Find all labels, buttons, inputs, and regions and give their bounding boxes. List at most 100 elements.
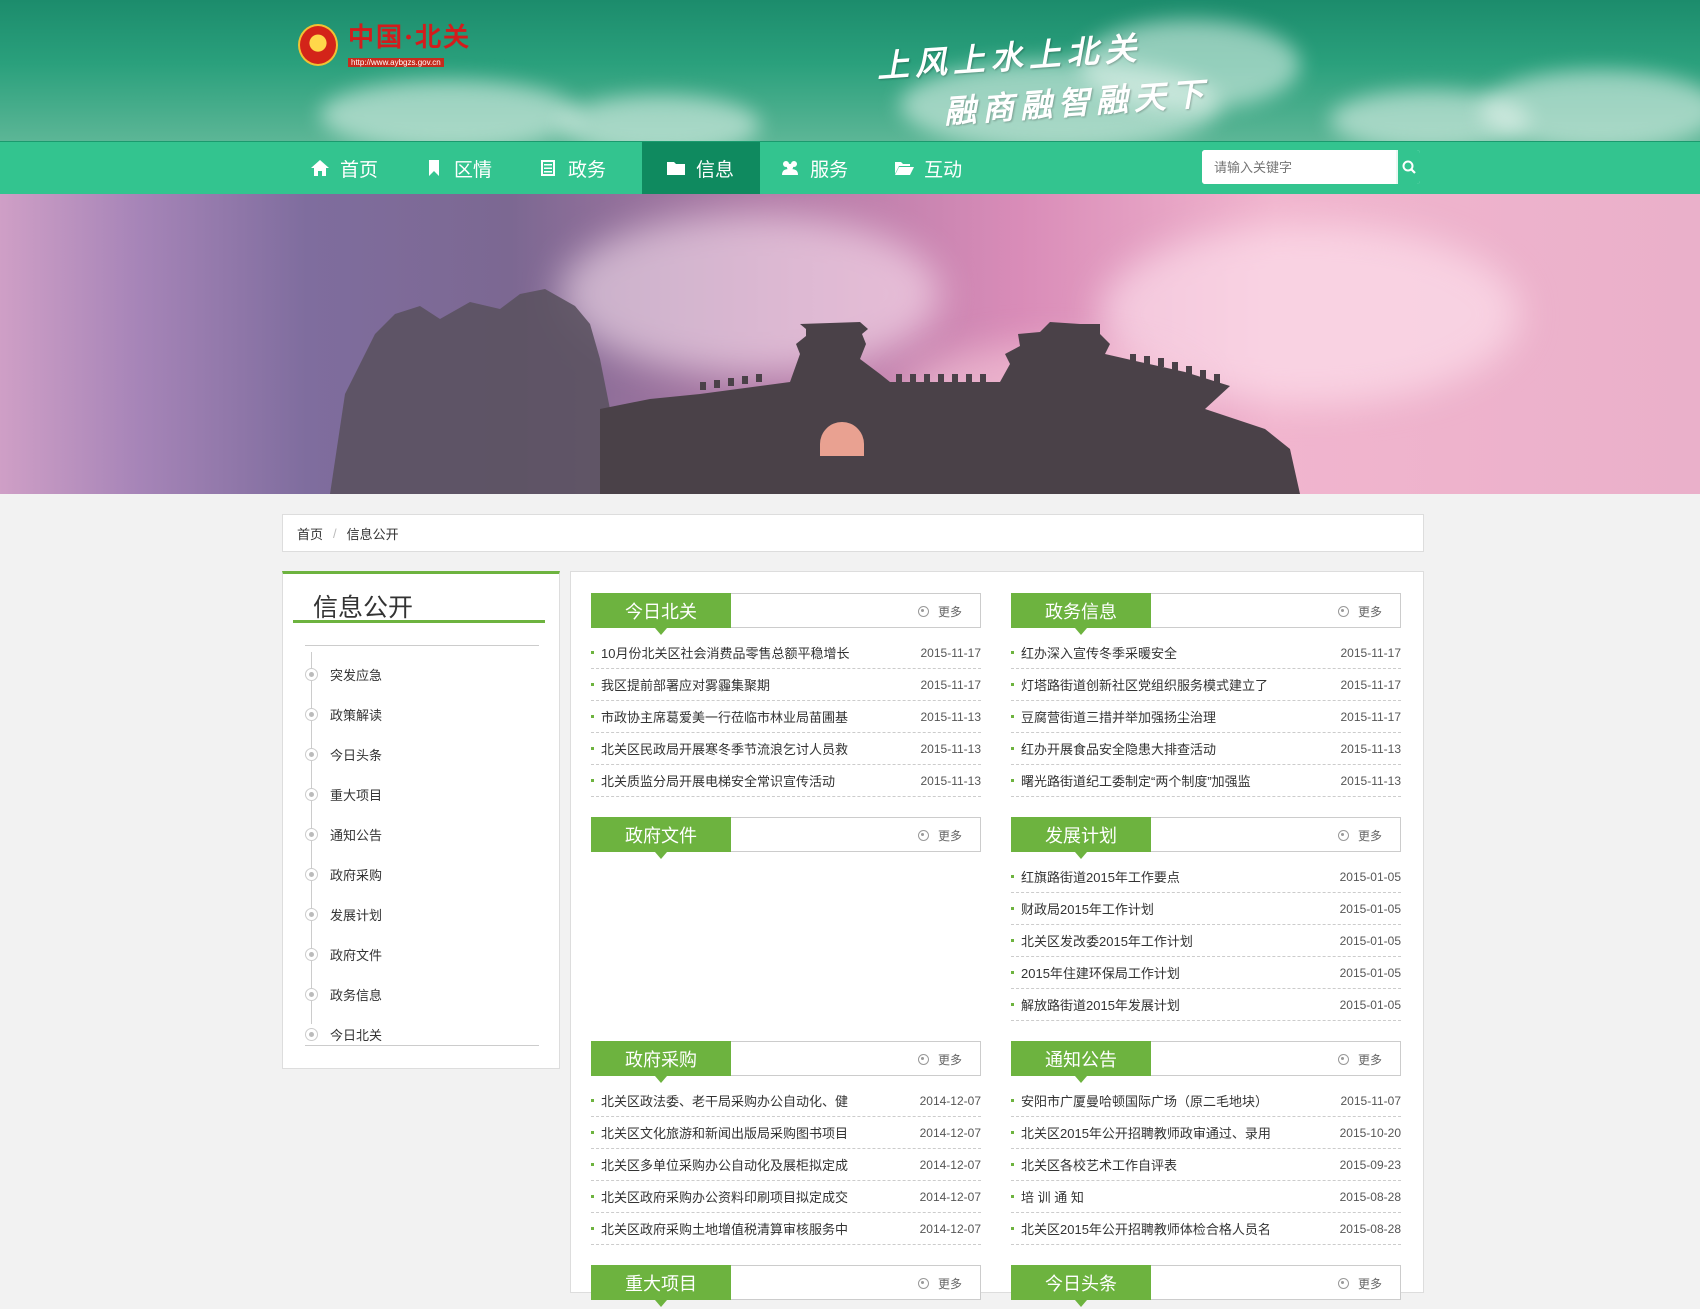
search-input[interactable] bbox=[1202, 150, 1396, 184]
news-item[interactable]: 北关质监分局开展电梯安全常识宣传活动 2015-11-13 bbox=[591, 765, 981, 797]
news-title[interactable]: 财政局2015年工作计划 bbox=[1021, 899, 1333, 918]
news-title[interactable]: 豆腐营街道三措并举加强扬尘治理 bbox=[1021, 707, 1333, 726]
bullet-icon bbox=[305, 867, 318, 881]
news-title[interactable]: 解放路街道2015年发展计划 bbox=[1021, 995, 1333, 1014]
breadcrumb-home-link[interactable]: 首页 bbox=[297, 524, 323, 543]
nav-item-government[interactable]: 政务 bbox=[528, 142, 632, 194]
sidebar-item[interactable]: 政策解读 bbox=[305, 694, 382, 734]
block-title[interactable]: 通知公告 bbox=[1011, 1041, 1151, 1083]
nav-item-service[interactable]: 服务 bbox=[770, 142, 874, 194]
news-title[interactable]: 红办开展食品安全隐患大排查活动 bbox=[1021, 739, 1333, 758]
more-label: 更多 bbox=[1357, 829, 1382, 843]
more-link[interactable]: 更多 bbox=[1337, 827, 1382, 844]
block-title[interactable]: 政务信息 bbox=[1011, 593, 1151, 635]
news-title[interactable]: 市政协主席葛爱美一行莅临市林业局苗圃基 bbox=[601, 707, 913, 726]
news-title[interactable]: 我区提前部署应对雾霾集聚期 bbox=[601, 675, 913, 694]
news-item[interactable]: 红办开展食品安全隐患大排查活动 2015-11-13 bbox=[1011, 733, 1401, 765]
sidebar-item[interactable]: 重大项目 bbox=[305, 774, 382, 814]
nav-item-home[interactable]: 首页 bbox=[300, 142, 404, 194]
news-item[interactable]: 北关区政府采购土地增值税清算审核服务中 2014-12-07 bbox=[591, 1213, 981, 1245]
news-item[interactable]: 北关区文化旅游和新闻出版局采购图书项目 2014-12-07 bbox=[591, 1117, 981, 1149]
more-link[interactable]: 更多 bbox=[917, 827, 962, 844]
news-date: 2015-09-23 bbox=[1339, 1157, 1401, 1172]
news-item[interactable]: 解放路街道2015年发展计划 2015-01-05 bbox=[1011, 989, 1401, 1021]
news-title[interactable]: 北关区多单位采购办公自动化及展柜拟定成 bbox=[601, 1155, 913, 1174]
news-item[interactable]: 10月份北关区社会消费品零售总额平稳增长 2015-11-17 bbox=[591, 637, 981, 669]
news-item[interactable]: 北关区2015年公开招聘教师体检合格人员名 2015-08-28 bbox=[1011, 1213, 1401, 1245]
block-dev-plan: 发展计划 更多 红旗路街道2015年工作要点 2015-01-05 财政局2015年工作… bbox=[1011, 817, 1401, 1021]
news-title[interactable]: 培 训 通 知 bbox=[1021, 1187, 1333, 1206]
nav-label: 首页 bbox=[340, 159, 379, 181]
news-item[interactable]: 市政协主席葛爱美一行莅临市林业局苗圃基 2015-11-13 bbox=[591, 701, 981, 733]
news-title[interactable]: 10月份北关区社会消费品零售总额平稳增长 bbox=[601, 643, 913, 662]
site-logo[interactable]: 中国·北关 http://www.aybgzs.gov.cn bbox=[298, 24, 471, 70]
sidebar-item[interactable]: 政府文件 bbox=[305, 934, 382, 974]
news-title[interactable]: 红办深入宣传冬季采暖安全 bbox=[1021, 643, 1333, 662]
block-title[interactable]: 今日头条 bbox=[1011, 1265, 1151, 1307]
news-title[interactable]: 北关区民政局开展寒冬季节流浪乞讨人员救 bbox=[601, 739, 913, 758]
news-item[interactable]: 财政局2015年工作计划 2015-01-05 bbox=[1011, 893, 1401, 925]
block-title[interactable]: 政府采购 bbox=[591, 1041, 731, 1083]
news-item[interactable]: 安阳市广厦曼哈顿国际广场（原二毛地块） 2015-11-07 bbox=[1011, 1085, 1401, 1117]
news-item[interactable]: 培 训 通 知 2015-08-28 bbox=[1011, 1181, 1401, 1213]
news-item[interactable]: 北关区政府采购办公资料印刷项目拟定成交 2014-12-07 bbox=[591, 1181, 981, 1213]
news-title[interactable]: 北关区各校艺术工作自评表 bbox=[1021, 1155, 1333, 1174]
news-item[interactable]: 北关区民政局开展寒冬季节流浪乞讨人员救 2015-11-13 bbox=[591, 733, 981, 765]
nav-item-info[interactable]: 信息 bbox=[642, 142, 761, 194]
news-item[interactable]: 北关区发改委2015年工作计划 2015-01-05 bbox=[1011, 925, 1401, 957]
news-item[interactable]: 北关区各校艺术工作自评表 2015-09-23 bbox=[1011, 1149, 1401, 1181]
more-link[interactable]: 更多 bbox=[1337, 1275, 1382, 1292]
news-item[interactable]: 北关区政法委、老干局采购办公自动化、健 2014-12-07 bbox=[591, 1085, 981, 1117]
bullet-icon bbox=[305, 1027, 318, 1041]
news-item[interactable]: 灯塔路街道创新社区党组织服务模式建立了 2015-11-17 bbox=[1011, 669, 1401, 701]
news-title[interactable]: 北关质监分局开展电梯安全常识宣传活动 bbox=[601, 771, 913, 790]
news-item[interactable]: 豆腐营街道三措并举加强扬尘治理 2015-11-17 bbox=[1011, 701, 1401, 733]
news-title[interactable]: 北关区2015年公开招聘教师政审通过、录用 bbox=[1021, 1123, 1333, 1142]
news-item[interactable]: 红旗路街道2015年工作要点 2015-01-05 bbox=[1011, 861, 1401, 893]
news-title[interactable]: 灯塔路街道创新社区党组织服务模式建立了 bbox=[1021, 675, 1333, 694]
news-date: 2015-01-05 bbox=[1339, 901, 1401, 916]
news-title[interactable]: 安阳市广厦曼哈顿国际广场（原二毛地块） bbox=[1021, 1091, 1333, 1110]
news-date: 2015-11-13 bbox=[1340, 773, 1402, 788]
news-item[interactable]: 红办深入宣传冬季采暖安全 2015-11-17 bbox=[1011, 637, 1401, 669]
news-title[interactable]: 曙光路街道纪工委制定“两个制度”加强监 bbox=[1021, 771, 1333, 790]
news-item[interactable]: 2015年住建环保局工作计划 2015-01-05 bbox=[1011, 957, 1401, 989]
nav-item-interaction[interactable]: 互动 bbox=[884, 142, 988, 194]
news-title[interactable]: 北关区政府采购土地增值税清算审核服务中 bbox=[601, 1219, 913, 1238]
news-title[interactable]: 北关区政府采购办公资料印刷项目拟定成交 bbox=[601, 1187, 913, 1206]
more-link[interactable]: 更多 bbox=[1337, 1051, 1382, 1068]
news-item[interactable]: 北关区多单位采购办公自动化及展柜拟定成 2014-12-07 bbox=[591, 1149, 981, 1181]
block-header: 通知公告 更多 bbox=[1011, 1041, 1401, 1083]
sidebar-item[interactable]: 政务信息 bbox=[305, 974, 382, 1014]
news-item[interactable]: 我区提前部署应对雾霾集聚期 2015-11-17 bbox=[591, 669, 981, 701]
news-title[interactable]: 北关区文化旅游和新闻出版局采购图书项目 bbox=[601, 1123, 913, 1142]
sidebar-item[interactable]: 发展计划 bbox=[305, 894, 382, 934]
news-panel: 今日北关 更多 10月份北关区社会消费品零售总额平稳增长 2015-11-17 我区提前… bbox=[570, 571, 1424, 1307]
sidebar-item-label: 今日北关 bbox=[330, 1027, 383, 1043]
sidebar-item[interactable]: 通知公告 bbox=[305, 814, 382, 854]
sidebar-item[interactable]: 突发应急 bbox=[305, 654, 382, 694]
news-title[interactable]: 北关区政法委、老干局采购办公自动化、健 bbox=[601, 1091, 913, 1110]
block-title[interactable]: 今日北关 bbox=[591, 593, 731, 635]
block-title[interactable]: 重大项目 bbox=[591, 1265, 731, 1307]
sidebar-title-underline bbox=[293, 620, 545, 623]
news-title[interactable]: 2015年住建环保局工作计划 bbox=[1021, 963, 1333, 982]
news-title[interactable]: 北关区发改委2015年工作计划 bbox=[1021, 931, 1333, 950]
sidebar-item[interactable]: 今日北关 bbox=[305, 1014, 382, 1054]
divider bbox=[305, 1045, 539, 1046]
news-title[interactable]: 北关区2015年公开招聘教师体检合格人员名 bbox=[1021, 1219, 1333, 1238]
more-link[interactable]: 更多 bbox=[917, 1051, 962, 1068]
sidebar-item[interactable]: 政府采购 bbox=[305, 854, 382, 894]
city-gate-silhouette bbox=[330, 289, 1300, 494]
search-button[interactable] bbox=[1396, 150, 1420, 184]
nav-item-district[interactable]: 区情 bbox=[414, 142, 518, 194]
block-title[interactable]: 政府文件 bbox=[591, 817, 731, 859]
more-link[interactable]: 更多 bbox=[917, 603, 962, 620]
block-title[interactable]: 发展计划 bbox=[1011, 817, 1151, 859]
news-item[interactable]: 北关区2015年公开招聘教师政审通过、录用 2015-10-20 bbox=[1011, 1117, 1401, 1149]
more-link[interactable]: 更多 bbox=[917, 1275, 962, 1292]
sidebar-item[interactable]: 今日头条 bbox=[305, 734, 382, 774]
news-item[interactable]: 曙光路街道纪工委制定“两个制度”加强监 2015-11-13 bbox=[1011, 765, 1401, 797]
more-link[interactable]: 更多 bbox=[1337, 603, 1382, 620]
news-title[interactable]: 红旗路街道2015年工作要点 bbox=[1021, 867, 1333, 886]
